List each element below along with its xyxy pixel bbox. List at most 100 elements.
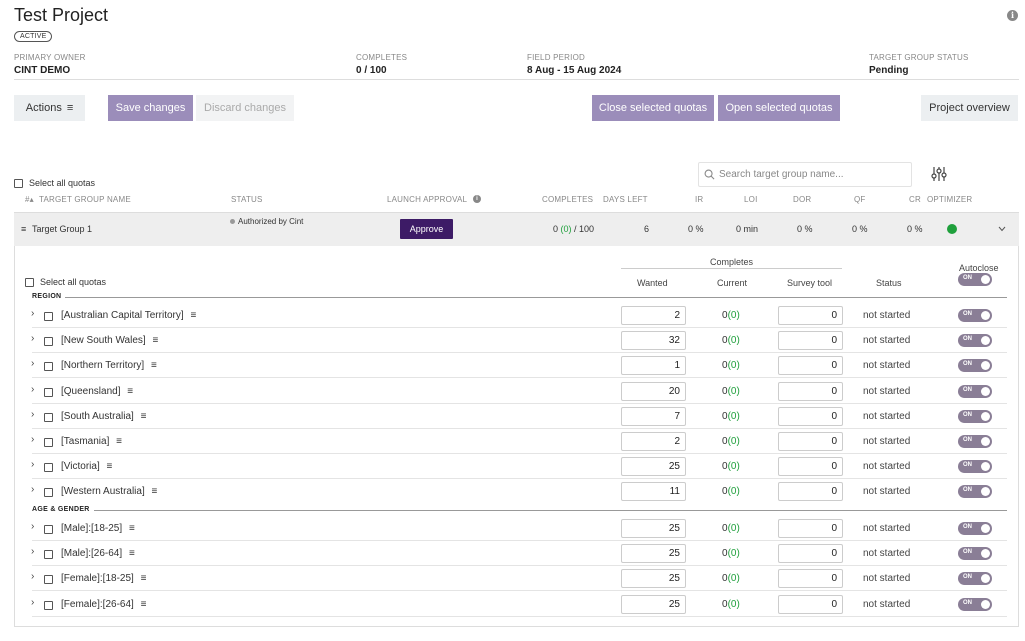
menu-icon[interactable]: ≡ xyxy=(151,360,157,371)
quota-checkbox[interactable] xyxy=(44,438,53,447)
chevron-right-icon[interactable]: › xyxy=(31,409,34,420)
survey-tool-input[interactable]: 0 xyxy=(778,595,843,614)
chevron-right-icon[interactable]: › xyxy=(31,521,34,532)
info-icon[interactable]: i xyxy=(1007,10,1018,21)
quota-name: [Australian Capital Territory] ≡ xyxy=(61,310,196,321)
wanted-input[interactable]: 2 xyxy=(621,432,686,451)
target-group-row[interactable] xyxy=(14,212,1019,246)
survey-tool-input[interactable]: 0 xyxy=(778,432,843,451)
discard-button[interactable]: Discard changes xyxy=(196,95,294,121)
wanted-input[interactable]: 7 xyxy=(621,407,686,426)
menu-icon[interactable]: ≡ xyxy=(141,599,147,610)
sort-icon[interactable]: #▴ xyxy=(25,195,34,204)
autoclose-toggle[interactable]: ON xyxy=(958,485,992,498)
search-input[interactable]: Search target group name... xyxy=(698,162,912,187)
survey-tool-input[interactable]: 0 xyxy=(778,382,843,401)
select-all-target-groups[interactable]: Select all quotas xyxy=(14,178,95,188)
quota-checkbox[interactable] xyxy=(44,362,53,371)
autoclose-toggle[interactable]: ON xyxy=(958,410,992,423)
actions-button[interactable]: Actions ≡ xyxy=(14,95,85,121)
chevron-right-icon[interactable]: › xyxy=(31,459,34,470)
survey-tool-input[interactable]: 0 xyxy=(778,331,843,350)
wanted-input[interactable]: 20 xyxy=(621,382,686,401)
wanted-input[interactable]: 25 xyxy=(621,544,686,563)
target-group-name[interactable]: Target Group 1 xyxy=(32,224,92,234)
chevron-right-icon[interactable]: › xyxy=(31,434,34,445)
wanted-input[interactable]: 32 xyxy=(621,331,686,350)
chevron-right-icon[interactable]: › xyxy=(31,571,34,582)
autoclose-toggle[interactable]: ON xyxy=(958,460,992,473)
save-button[interactable]: Save changes xyxy=(108,95,193,121)
tg-ir: 0 % xyxy=(688,224,704,234)
menu-icon[interactable]: ≡ xyxy=(129,548,135,559)
survey-tool-input[interactable]: 0 xyxy=(778,457,843,476)
autoclose-toggle[interactable]: ON xyxy=(958,547,992,560)
open-selected-quotas-button[interactable]: Open selected quotas xyxy=(718,95,840,121)
chevron-right-icon[interactable]: › xyxy=(31,484,34,495)
autoclose-toggle[interactable]: ON xyxy=(958,385,992,398)
quota-checkbox[interactable] xyxy=(44,388,53,397)
chevron-right-icon[interactable]: › xyxy=(31,546,34,557)
quota-checkbox[interactable] xyxy=(44,463,53,472)
menu-icon[interactable]: ≡ xyxy=(129,523,135,534)
autoclose-toggle[interactable]: ON xyxy=(958,359,992,372)
wanted-input[interactable]: 25 xyxy=(621,595,686,614)
wanted-input[interactable]: 11 xyxy=(621,482,686,501)
menu-icon[interactable]: ≡ xyxy=(116,436,122,447)
survey-tool-input[interactable]: 0 xyxy=(778,407,843,426)
current-paren: (0) xyxy=(727,523,740,534)
menu-icon[interactable]: ≡ xyxy=(127,386,133,397)
wanted-input[interactable]: 1 xyxy=(621,356,686,375)
menu-icon[interactable]: ≡ xyxy=(141,411,147,422)
chevron-right-icon[interactable]: › xyxy=(31,597,34,608)
autoclose-toggle[interactable]: ON xyxy=(958,598,992,611)
project-overview-button[interactable]: Project overview xyxy=(921,95,1018,121)
completes-header-line xyxy=(621,268,842,269)
quota-checkbox[interactable] xyxy=(44,312,53,321)
quota-checkbox[interactable] xyxy=(44,337,53,346)
survey-tool-input[interactable]: 0 xyxy=(778,306,843,325)
survey-tool-input[interactable]: 0 xyxy=(778,569,843,588)
chevron-right-icon[interactable]: › xyxy=(31,333,34,344)
survey-tool-input[interactable]: 0 xyxy=(778,356,843,375)
menu-icon[interactable]: ≡ xyxy=(141,573,147,584)
autoclose-toggle[interactable]: ON xyxy=(958,334,992,347)
wanted-input[interactable]: 25 xyxy=(621,457,686,476)
approve-button[interactable]: Approve xyxy=(400,219,453,239)
chevron-right-icon[interactable]: › xyxy=(31,384,34,395)
survey-tool-input[interactable]: 0 xyxy=(778,482,843,501)
chevron-down-icon[interactable] xyxy=(998,226,1006,232)
select-all-quotas-checkbox[interactable] xyxy=(25,277,34,287)
menu-icon[interactable]: ≡ xyxy=(107,461,113,472)
chevron-right-icon[interactable]: › xyxy=(31,308,34,319)
close-selected-quotas-button[interactable]: Close selected quotas xyxy=(592,95,714,121)
quota-checkbox[interactable] xyxy=(44,488,53,497)
quota-name-text: [Male]:[18-25] xyxy=(61,523,123,534)
quota-checkbox[interactable] xyxy=(44,550,53,559)
survey-tool-input[interactable]: 0 xyxy=(778,519,843,538)
quota-checkbox[interactable] xyxy=(44,601,53,610)
quota-checkbox[interactable] xyxy=(44,575,53,584)
select-all-checkbox[interactable] xyxy=(14,178,23,188)
menu-icon[interactable]: ≡ xyxy=(152,486,158,497)
quota-checkbox[interactable] xyxy=(44,413,53,422)
menu-icon[interactable]: ≡ xyxy=(152,335,158,346)
current-value: 0(0) xyxy=(722,310,740,321)
autoclose-toggle[interactable]: ON xyxy=(958,522,992,535)
filter-settings-icon[interactable] xyxy=(931,166,947,182)
survey-tool-input[interactable]: 0 xyxy=(778,544,843,563)
quota-checkbox[interactable] xyxy=(44,525,53,534)
drag-handle-icon[interactable]: ≡ xyxy=(21,224,26,234)
wanted-input[interactable]: 25 xyxy=(621,519,686,538)
autoclose-toggle[interactable]: ON xyxy=(958,435,992,448)
select-all-quotas[interactable]: Select all quotas xyxy=(25,277,106,287)
chevron-right-icon[interactable]: › xyxy=(31,358,34,369)
autoclose-toggle[interactable]: ON xyxy=(958,309,992,322)
launch-approval-info-icon[interactable]: i xyxy=(473,195,481,203)
autoclose-toggle[interactable]: ON xyxy=(958,572,992,585)
wanted-input[interactable]: 2 xyxy=(621,306,686,325)
wanted-input[interactable]: 25 xyxy=(621,569,686,588)
menu-icon[interactable]: ≡ xyxy=(190,310,196,321)
autoclose-all-toggle[interactable]: ON xyxy=(958,273,992,286)
col-target-group-name[interactable]: TARGET GROUP NAME xyxy=(39,195,131,204)
